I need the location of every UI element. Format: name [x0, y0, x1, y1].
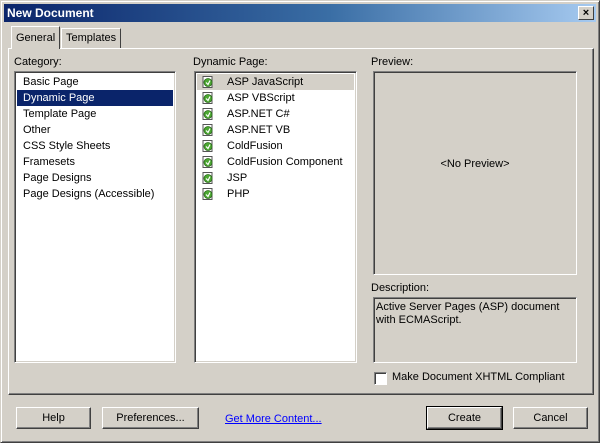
tab-general[interactable]: General: [11, 26, 60, 49]
dynamic-page-label: Dynamic Page:: [193, 56, 268, 68]
dynamic-item-label: ASP VBScript: [227, 92, 295, 104]
xhtml-compliant-checkbox[interactable]: [374, 372, 387, 385]
dynamic-item-aspnet-vb[interactable]: ASP.NET VB: [197, 122, 354, 138]
dynamic-page-file-icon: [202, 140, 213, 152]
dynamic-item-label: ASP JavaScript: [227, 76, 304, 88]
xhtml-compliant-label[interactable]: Make Document XHTML Compliant: [392, 371, 565, 383]
preview-pane: <No Preview>: [373, 71, 577, 275]
dynamic-page-file-icon: [202, 172, 213, 184]
help-button[interactable]: Help: [16, 407, 91, 429]
dynamic-item-aspnet-csharp[interactable]: ASP.NET C#: [197, 106, 354, 122]
preferences-button[interactable]: Preferences...: [102, 407, 199, 429]
dynamic-item-php[interactable]: PHP: [197, 186, 354, 202]
tab-templates[interactable]: Templates: [61, 28, 121, 48]
category-item-css-style-sheets[interactable]: CSS Style Sheets: [17, 138, 173, 154]
description-label: Description:: [371, 282, 430, 294]
dynamic-item-jsp[interactable]: JSP: [197, 170, 354, 186]
close-button[interactable]: ×: [578, 6, 594, 20]
category-item-page-designs[interactable]: Page Designs: [17, 170, 173, 186]
dynamic-item-label: PHP: [227, 188, 250, 200]
category-list[interactable]: Basic Page Dynamic Page Template Page Ot…: [14, 71, 176, 363]
dynamic-item-label: ColdFusion: [227, 140, 283, 152]
category-item-framesets[interactable]: Framesets: [17, 154, 173, 170]
category-item-page-designs-accessible[interactable]: Page Designs (Accessible): [17, 186, 173, 202]
get-more-content-link[interactable]: Get More Content...: [225, 413, 322, 425]
dynamic-page-file-icon: [202, 188, 213, 200]
close-icon: ×: [582, 7, 590, 19]
dynamic-item-label: JSP: [227, 172, 248, 184]
dynamic-page-file-icon: [202, 92, 213, 104]
dynamic-item-coldfusion-component[interactable]: ColdFusion Component: [197, 154, 354, 170]
no-preview-text: <No Preview>: [440, 158, 510, 170]
cancel-button[interactable]: Cancel: [513, 407, 588, 429]
dynamic-page-file-icon: [202, 124, 213, 136]
title-bar[interactable]: New Document ×: [4, 4, 596, 22]
category-item-other[interactable]: Other: [17, 122, 173, 138]
category-item-dynamic-page[interactable]: Dynamic Page: [17, 90, 173, 106]
tab-general-label: General: [16, 32, 56, 44]
category-item-template-page[interactable]: Template Page: [17, 106, 173, 122]
dynamic-item-label: ASP.NET VB: [227, 124, 291, 136]
dynamic-page-file-icon: [202, 156, 213, 168]
category-item-basic-page[interactable]: Basic Page: [17, 74, 173, 90]
new-document-dialog: New Document × General Templates Categor…: [0, 0, 600, 443]
dynamic-item-asp-vbscript[interactable]: ASP VBScript: [197, 90, 354, 106]
dynamic-item-label: ColdFusion Component: [227, 156, 343, 168]
dynamic-page-file-icon: [202, 108, 213, 120]
description-text: Active Server Pages (ASP) document with …: [373, 297, 577, 363]
dynamic-item-label: ASP.NET C#: [227, 108, 290, 120]
tab-templates-label: Templates: [66, 32, 117, 44]
dynamic-page-list[interactable]: ASP JavaScript ASP VBScript ASP.NET C# A…: [194, 71, 357, 363]
dynamic-item-asp-javascript[interactable]: ASP JavaScript: [197, 74, 354, 90]
preview-label: Preview:: [371, 56, 414, 68]
dynamic-item-coldfusion[interactable]: ColdFusion: [197, 138, 354, 154]
category-label: Category:: [14, 56, 62, 68]
dynamic-page-file-icon: [202, 76, 213, 88]
general-tab-panel: Category: Basic Page Dynamic Page Templa…: [8, 48, 594, 395]
window-title: New Document: [7, 6, 94, 20]
create-button[interactable]: Create: [426, 406, 503, 430]
